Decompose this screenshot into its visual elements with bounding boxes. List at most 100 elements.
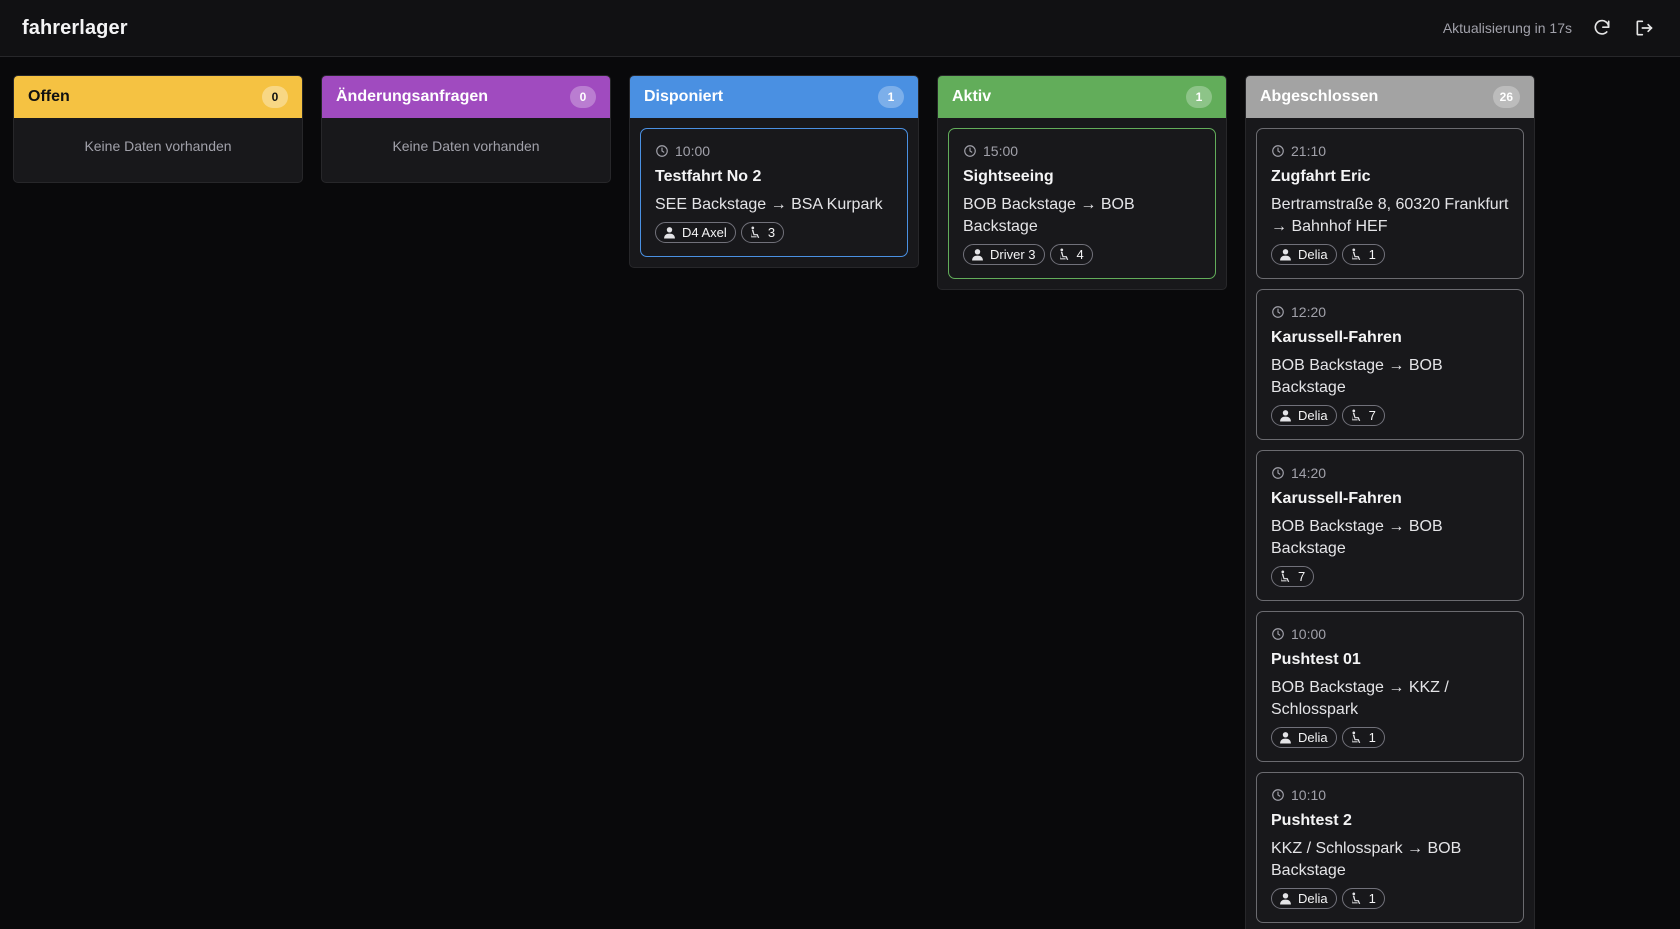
clock-icon — [1272, 306, 1284, 318]
seat-icon — [1351, 409, 1360, 421]
ride-title: Karussell-Fahren — [1271, 490, 1402, 507]
driver-name: Delia — [1298, 408, 1328, 423]
seat-icon — [1351, 892, 1360, 904]
ride-route: Bertramstraße 8, 60320 Frankfurt → Bahnh… — [1271, 196, 1509, 235]
person-icon — [1280, 732, 1291, 744]
time-text: 12:20 — [1291, 304, 1327, 320]
person-icon — [972, 249, 983, 261]
refresh-button[interactable] — [1588, 14, 1616, 42]
driver-chip: Driver 3 — [963, 244, 1045, 265]
seat-icon — [1059, 248, 1068, 260]
count-badge: 0 — [570, 86, 596, 108]
ride-route: KKZ / Schlosspark → BOB Backstage — [1271, 840, 1462, 879]
column-aenderungsanfragen: Änderungsanfragen 0 Keine Daten vorhande… — [321, 75, 611, 183]
person-icon — [664, 227, 675, 239]
column-title: Abgeschlossen — [1260, 88, 1379, 105]
column-title: Offen — [28, 88, 70, 105]
time-text: 10:00 — [675, 143, 711, 159]
logout-button[interactable] — [1630, 14, 1658, 42]
driver-chip: Delia — [1271, 888, 1337, 909]
column-title: Aktiv — [952, 88, 992, 105]
header-actions: Aktualisierung in 17s — [1443, 14, 1658, 42]
count-badge: 0 — [262, 86, 288, 108]
passenger-chip: 7 — [1341, 405, 1385, 426]
person-icon — [1280, 893, 1291, 905]
driver-name: Delia — [1298, 247, 1328, 262]
seat-icon — [1351, 248, 1360, 260]
passenger-count: 4 — [1076, 247, 1084, 262]
ride-route: SEE Backstage → BSA Kurpark — [655, 196, 883, 213]
ride-title: Pushtest 2 — [1271, 812, 1352, 829]
refresh-icon — [1594, 19, 1610, 35]
passenger-chip: 1 — [1341, 727, 1385, 748]
passenger-count: 1 — [1368, 247, 1376, 262]
ride-route: BOB Backstage → BOB Backstage — [1271, 518, 1443, 557]
ride-card[interactable]: 10:00 Pushtest 01 BOB Backstage → KKZ / … — [1256, 611, 1524, 762]
ride-card[interactable]: 10:00 Testfahrt No 2 SEE Backstage → BSA… — [640, 128, 908, 257]
ride-route: BOB Backstage → BOB Backstage — [963, 196, 1135, 235]
ride-card[interactable]: 21:10 Zugfahrt Eric Bertramstraße 8, 603… — [1256, 128, 1524, 279]
clock-icon — [1272, 467, 1284, 479]
time-text: 10:00 — [1291, 626, 1327, 642]
ride-time: 10:10 — [1271, 785, 1509, 805]
ride-route: BOB Backstage → KKZ / Schlosspark — [1271, 679, 1449, 718]
count-badge: 1 — [1186, 86, 1212, 108]
time-text: 15:00 — [983, 143, 1019, 159]
count-badge: 1 — [878, 86, 904, 108]
column-header: Abgeschlossen 26 — [1246, 76, 1534, 118]
passenger-chip: 3 — [740, 222, 785, 243]
person-icon — [1280, 249, 1291, 261]
ride-title: Karussell-Fahren — [1271, 329, 1402, 346]
seat-icon — [1281, 570, 1290, 582]
ride-route: BOB Backstage → BOB Backstage — [1271, 357, 1443, 396]
passenger-count: 7 — [1368, 408, 1376, 423]
passenger-count: 1 — [1368, 730, 1376, 745]
ride-time: 15:00 — [963, 141, 1201, 161]
ride-card[interactable]: 12:20 Karussell-Fahren BOB Backstage → B… — [1256, 289, 1524, 440]
driver-chip: Delia — [1271, 405, 1337, 426]
column-title: Änderungsanfragen — [336, 88, 489, 105]
driver-name: D4 Axel — [682, 225, 727, 240]
ride-title: Zugfahrt Eric — [1271, 168, 1371, 185]
driver-name: Delia — [1298, 730, 1328, 745]
driver-chip: Delia — [1271, 244, 1337, 265]
passenger-count: 7 — [1298, 569, 1306, 584]
top-bar: fahrerlager Aktualisierung in 17s — [0, 0, 1680, 57]
person-icon — [1280, 410, 1291, 422]
empty-state: Keine Daten vorhanden — [84, 138, 232, 154]
column-header: Änderungsanfragen 0 — [322, 76, 610, 118]
ride-time: 10:00 — [1271, 624, 1509, 644]
app-title: fahrerlager — [22, 16, 128, 39]
refresh-countdown: Aktualisierung in 17s — [1442, 20, 1572, 36]
kanban-board: Offen 0 Keine Daten vorhanden Änderungsa… — [0, 57, 1680, 929]
passenger-count: 1 — [1368, 891, 1376, 906]
column-title: Disponiert — [644, 88, 724, 105]
column-header: Aktiv 1 — [938, 76, 1226, 118]
clock-icon — [1272, 628, 1284, 640]
column-disponiert: Disponiert 1 10:00 Testfahrt No 2 SEE Ba… — [629, 75, 919, 268]
driver-chip: Delia — [1271, 727, 1337, 748]
clock-icon — [1272, 145, 1284, 157]
ride-time: 10:00 — [655, 141, 893, 161]
time-text: 10:10 — [1291, 787, 1327, 803]
column-header: Offen 0 — [14, 76, 302, 118]
column-abgeschlossen: Abgeschlossen 26 21:10 Zugfahrt Eric Ber… — [1245, 75, 1535, 929]
passenger-chip: 1 — [1341, 244, 1385, 265]
time-text: 21:10 — [1291, 143, 1327, 159]
logout-icon — [1636, 20, 1653, 36]
time-text: 14:20 — [1291, 465, 1327, 481]
driver-chip: D4 Axel — [655, 222, 736, 243]
ride-card[interactable]: 15:00 Sightseeing BOB Backstage → BOB Ba… — [948, 128, 1216, 279]
empty-state: Keine Daten vorhanden — [392, 138, 540, 154]
passenger-chip: 4 — [1049, 244, 1093, 265]
clock-icon — [964, 145, 976, 157]
driver-name: Driver 3 — [990, 247, 1036, 262]
ride-title: Sightseeing — [963, 168, 1054, 185]
ride-card[interactable]: 10:10 Pushtest 2 KKZ / Schlosspark → BOB… — [1256, 772, 1524, 923]
clock-icon — [1272, 789, 1284, 801]
ride-card[interactable]: 14:20 Karussell-Fahren BOB Backstage → B… — [1256, 450, 1524, 601]
seat-icon — [1351, 731, 1360, 743]
passenger-count: 3 — [767, 225, 776, 240]
seat-icon — [750, 226, 760, 238]
ride-time: 21:10 — [1271, 141, 1509, 161]
